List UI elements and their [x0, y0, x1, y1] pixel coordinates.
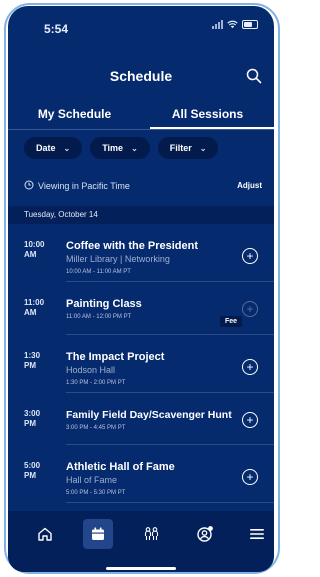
signal-icon [212, 20, 223, 29]
session-location: Hodson Hall [66, 365, 116, 375]
wifi-icon [227, 20, 238, 29]
session-time-range: 10:00 AM - 11:00 AM PT [66, 269, 131, 275]
nav-schedule[interactable] [83, 519, 113, 549]
session-info: Coffee with the President Miller Library… [66, 240, 226, 277]
add-session-icon[interactable]: + [242, 359, 258, 375]
session-start-time: 3:00 PM [24, 409, 41, 428]
session-info: The Impact Project Hodson Hall 1:30 PM -… [66, 351, 226, 388]
session-time-range: 11:00 AM - 12:00 PM PT [66, 314, 132, 320]
session-title: Family Field Day/Scavenger Hunt [66, 409, 232, 421]
battery-icon [242, 20, 258, 29]
status-icons [212, 20, 258, 29]
session-row[interactable]: 1:30 PM The Impact Project Hodson Hall 1:… [8, 335, 274, 393]
session-start-time: 11:00 AM [24, 298, 45, 317]
session-start-time: 10:00 AM [24, 240, 45, 259]
date-filter-label: Date [36, 143, 56, 153]
nav-profile[interactable] [190, 519, 220, 549]
add-session-icon[interactable]: + [242, 301, 258, 317]
chevron-down-icon: ⌄ [131, 143, 138, 153]
session-start-time: 5:00 PM [24, 461, 41, 480]
session-row[interactable]: 10:00 AM Coffee with the President Miller… [8, 224, 274, 282]
chevron-down-icon: ⌄ [199, 143, 207, 153]
session-title: Painting Class [66, 298, 142, 310]
session-list: 10:00 AM Coffee with the President Miller… [8, 224, 274, 503]
menu-icon [250, 529, 264, 539]
add-session-icon[interactable]: + [242, 469, 258, 485]
status-bar: 5:54 [8, 6, 274, 46]
search-icon[interactable] [246, 68, 262, 84]
nav-attendees[interactable] [137, 519, 167, 549]
session-title: Coffee with the President [66, 240, 199, 252]
clock-icon [24, 180, 34, 190]
profile-icon [197, 526, 213, 542]
calendar-icon [92, 527, 104, 540]
session-time-range: 5:00 PM - 5:30 PM PT [66, 490, 126, 496]
nav-home[interactable] [30, 519, 60, 549]
session-time-range: 3:00 PM - 4:45 PM PT [66, 425, 126, 431]
session-start-time: 1:30 PM [24, 351, 41, 370]
add-session-icon[interactable]: + [242, 248, 258, 264]
page-header: Schedule [8, 66, 274, 90]
nav-menu[interactable] [242, 519, 272, 549]
session-title: The Impact Project [66, 351, 165, 363]
bottom-nav [8, 511, 274, 572]
time-filter-button[interactable]: Time ⌄ [90, 137, 150, 159]
timezone-text: Viewing in Pacific Time [38, 181, 130, 191]
fee-badge: Fee [219, 316, 242, 327]
app-screen: 5:54 Schedule My Schedule All Sessions D… [8, 6, 274, 572]
timezone-row: Viewing in Pacific Time Adjust [8, 178, 274, 196]
tab-my-schedule[interactable]: My Schedule [8, 106, 141, 130]
adjust-timezone-link[interactable]: Adjust [237, 181, 262, 190]
session-title: Athletic Hall of Fame [66, 461, 175, 473]
home-icon [38, 527, 52, 541]
session-location: Miller Library | Networking [66, 254, 170, 264]
session-info: Painting Class 11:00 AM - 12:00 PM PT [66, 298, 226, 322]
filter-bar: Date ⌄ Time ⌄ Filter ⌄ [8, 137, 274, 163]
date-header: Tuesday, October 14 [8, 206, 274, 224]
people-icon [144, 527, 159, 540]
home-indicator [106, 567, 176, 570]
date-filter-button[interactable]: Date ⌄ [24, 137, 83, 159]
session-time-range: 1:30 PM - 2:00 PM PT [66, 380, 126, 386]
session-info: Athletic Hall of Fame Hall of Fame 5:00 … [66, 461, 226, 498]
session-row[interactable]: 3:00 PM Family Field Day/Scavenger Hunt 3… [8, 393, 274, 445]
page-title: Schedule [109, 68, 173, 84]
session-info: Family Field Day/Scavenger Hunt 3:00 PM … [66, 409, 232, 433]
filter-label: Filter [169, 143, 192, 153]
session-row[interactable]: 5:00 PM Athletic Hall of Fame Hall of Fam… [8, 445, 274, 503]
add-session-icon[interactable]: + [242, 412, 258, 428]
session-divider [66, 502, 274, 503]
session-row[interactable]: 11:00 AM Painting Class 11:00 AM - 12:00 … [8, 282, 274, 335]
tabs-divider [8, 129, 274, 130]
active-tab-indicator [150, 127, 274, 129]
chevron-down-icon: ⌄ [63, 143, 71, 153]
filter-button[interactable]: Filter ⌄ [157, 137, 219, 159]
session-location: Hall of Fame [66, 475, 118, 485]
status-time: 5:54 [44, 22, 69, 36]
time-filter-label: Time [102, 143, 124, 153]
